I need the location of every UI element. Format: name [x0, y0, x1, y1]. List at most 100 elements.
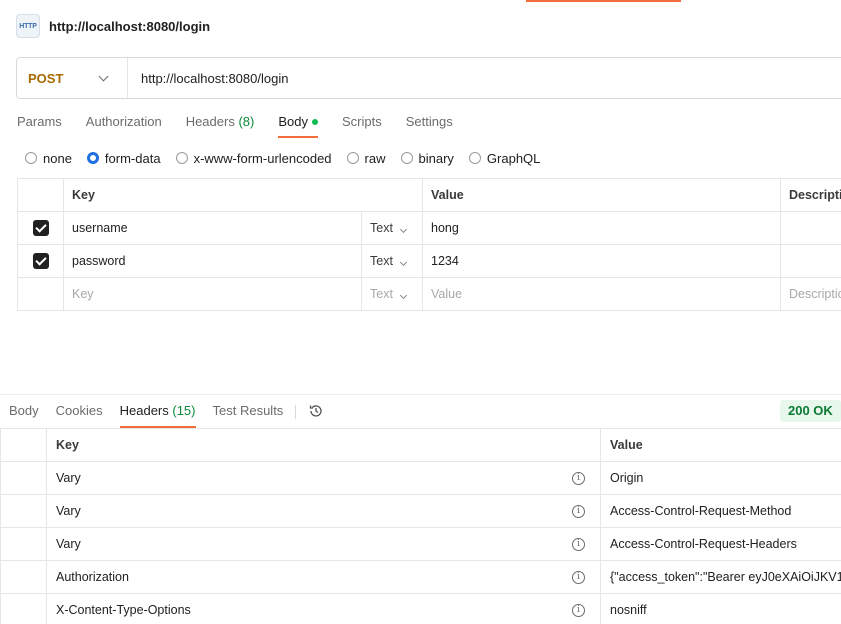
status-badge[interactable]: 200 OK — [780, 400, 841, 422]
mode-urlencoded[interactable]: x-www-form-urlencoded — [175, 150, 332, 166]
description-input-placeholder[interactable]: Description — [780, 277, 841, 311]
key-column-header: Key — [63, 178, 423, 212]
tab-label: Settings — [405, 114, 453, 129]
form-data-table: Key Value Description username Text hong… — [17, 178, 841, 311]
info-icon[interactable]: i — [572, 538, 585, 551]
chevron-down-icon — [399, 291, 407, 300]
spacer-cell — [0, 593, 47, 624]
type-label: Text — [370, 221, 393, 235]
table-row: Vary i Access-Control-Request-Method — [0, 494, 841, 528]
url-bar: POST http://localhost:8080/login — [16, 57, 841, 99]
key-cell[interactable]: password — [63, 244, 362, 278]
key-column-header: Key — [46, 428, 601, 462]
key-input-placeholder[interactable]: Key — [63, 277, 362, 311]
checkbox-checked-icon[interactable] — [33, 220, 49, 236]
header-value-cell: Access-Control-Request-Headers — [600, 527, 841, 561]
mode-label: x-www-form-urlencoded — [193, 150, 332, 166]
url-input[interactable]: http://localhost:8080/login — [141, 71, 288, 86]
modified-dot-icon — [311, 118, 318, 125]
chevron-down-icon — [98, 71, 109, 81]
tab-body[interactable]: Body — [278, 112, 318, 138]
tab-label: Scripts — [341, 114, 382, 129]
type-select[interactable]: Text — [361, 244, 423, 278]
mode-label: form-data — [104, 150, 161, 166]
header-value-cell: {"access_token":"Bearer eyJ0eXAiOiJKV1Qi… — [600, 560, 841, 594]
table-header-row: Key Value — [0, 428, 841, 462]
table-row: password Text 1234 — [17, 244, 841, 278]
description-cell[interactable] — [780, 244, 841, 278]
header-key: X-Content-Type-Options — [56, 603, 191, 617]
value-input-placeholder[interactable]: Value — [422, 277, 781, 311]
radio-icon — [468, 152, 481, 164]
method-select[interactable]: POST — [17, 58, 128, 98]
response-tab-headers[interactable]: Headers (15) — [119, 402, 196, 428]
spacer-column-header — [0, 428, 47, 462]
type-label: Text — [370, 287, 393, 301]
type-select[interactable]: Text — [361, 211, 423, 245]
body-mode-radios: none form-data x-www-form-urlencoded raw… — [25, 150, 555, 166]
tab-label: Body — [278, 114, 308, 129]
http-request-icon: HTTP — [16, 14, 40, 38]
info-icon[interactable]: i — [572, 604, 585, 617]
spacer-cell — [0, 494, 47, 528]
value-cell[interactable]: 1234 — [422, 244, 781, 278]
response-tab-body[interactable]: Body — [9, 402, 39, 428]
table-row: Vary i Access-Control-Request-Headers — [0, 527, 841, 561]
radio-icon — [346, 152, 359, 164]
chevron-down-icon — [399, 225, 407, 234]
response-tab-test-results[interactable]: Test Results — [213, 402, 284, 428]
table-row: Authorization i {"access_token":"Bearer e… — [0, 560, 841, 594]
header-key-cell: X-Content-Type-Options i — [46, 593, 601, 624]
radio-icon — [400, 152, 413, 164]
mode-label: GraphQL — [486, 150, 541, 166]
type-select[interactable]: Text — [361, 277, 423, 311]
spacer-cell — [0, 527, 47, 561]
mode-raw[interactable]: raw — [346, 150, 386, 166]
tab-count: (15) — [172, 403, 196, 418]
tab-headers[interactable]: Headers (8) — [186, 112, 255, 138]
row-checkbox-cell — [17, 277, 64, 311]
response-tab-cookies[interactable]: Cookies — [56, 402, 103, 428]
key-cell[interactable]: username — [63, 211, 362, 245]
mode-none[interactable]: none — [25, 151, 72, 166]
type-label: Text — [370, 254, 393, 268]
history-icon[interactable] — [308, 403, 324, 419]
response-tabs: Body Cookies Headers (15) Test Results — [9, 402, 324, 428]
value-cell[interactable]: hong — [422, 211, 781, 245]
header-key: Vary — [56, 471, 81, 485]
request-title[interactable]: http://localhost:8080/login — [49, 19, 210, 34]
active-tab-indicator — [526, 0, 681, 2]
tab-params[interactable]: Params — [17, 112, 62, 138]
header-value-cell: Origin — [600, 461, 841, 495]
table-row: X-Content-Type-Options i nosniff — [0, 593, 841, 624]
tab-settings[interactable]: Settings — [406, 112, 453, 138]
tab-scripts[interactable]: Scripts — [342, 112, 382, 138]
info-icon[interactable]: i — [572, 505, 585, 518]
tab-authorization[interactable]: Authorization — [86, 112, 162, 138]
mode-binary[interactable]: binary — [400, 151, 454, 166]
mode-label: raw — [364, 150, 386, 166]
radio-icon — [25, 152, 37, 164]
table-row-placeholder: Key Text Value Description — [17, 277, 841, 311]
mode-graphql[interactable]: GraphQL — [468, 150, 541, 166]
description-cell[interactable] — [780, 211, 841, 245]
header-key: Vary — [56, 537, 81, 551]
info-icon[interactable]: i — [572, 571, 585, 584]
info-icon[interactable]: i — [572, 472, 585, 485]
header-key-cell: Vary i — [46, 527, 601, 561]
header-key-cell: Authorization i — [46, 560, 601, 594]
checkbox-checked-icon[interactable] — [33, 253, 49, 269]
tab-label: Body — [9, 403, 39, 418]
tab-count: (8) — [238, 114, 255, 129]
tab-separator — [295, 405, 297, 419]
header-key-cell: Vary i — [46, 461, 601, 495]
checkbox-column-header — [17, 178, 64, 212]
method-label: POST — [28, 70, 64, 86]
header-value-cell: Access-Control-Request-Method — [600, 494, 841, 528]
table-row: username Text hong — [17, 211, 841, 245]
spacer-cell — [0, 560, 47, 594]
header-key-cell: Vary i — [46, 494, 601, 528]
response-divider — [0, 394, 841, 395]
tab-label: Authorization — [85, 114, 162, 129]
mode-form-data[interactable]: form-data — [86, 150, 161, 166]
